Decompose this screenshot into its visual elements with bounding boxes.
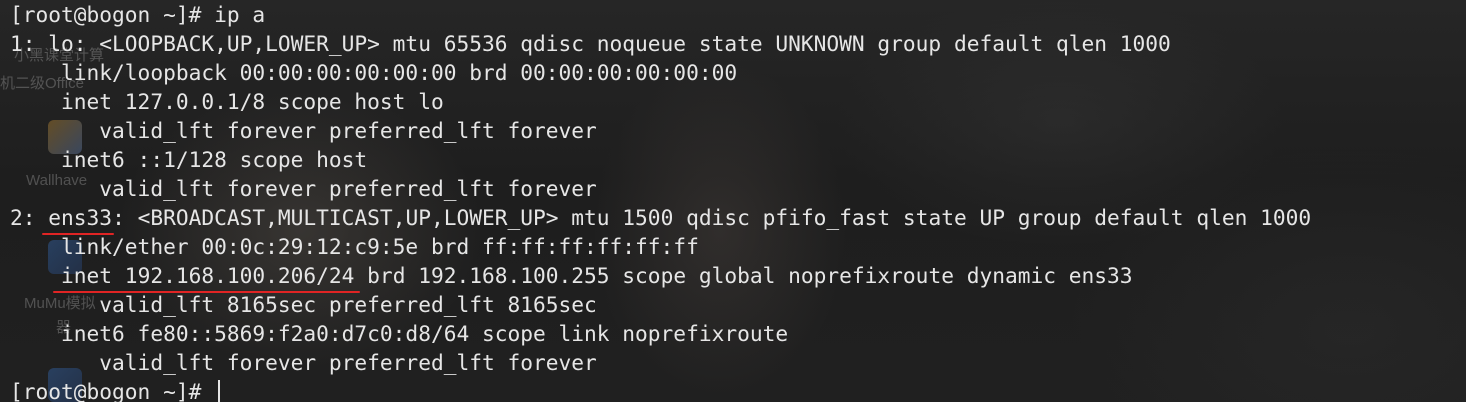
output-line: inet6 ::1/128 scope host	[10, 147, 368, 172]
output-line: link/loopback 00:00:00:00:00:00 brd 00:0…	[10, 60, 738, 85]
interface-name-highlight: ens33	[42, 205, 114, 235]
interface-index: 2:	[10, 205, 49, 230]
input-line[interactable]: [root@bogon ~]#	[10, 377, 1311, 402]
output-line: valid_lft forever preferred_lft forever	[10, 350, 597, 375]
output-line: 1: lo: <LOOPBACK,UP,LOWER_UP> mtu 65536 …	[10, 31, 1171, 56]
output-line: inet 127.0.0.1/8 scope host lo	[10, 89, 444, 114]
terminal-output: [root@bogon ~]# ip a 1: lo: <LOOPBACK,UP,…	[10, 0, 1311, 402]
command-line: [root@bogon ~]# ip a	[10, 0, 1311, 29]
terminal-window[interactable]: 小黑课堂计算 机二级Office Wallhave MuMu模拟 器 [root…	[0, 0, 1466, 402]
ipv4-address-line: inet 192.168.100.206/24 brd 192.168.100.…	[10, 261, 1311, 293]
text-cursor	[218, 380, 221, 402]
ipv4-address-highlight: inet 192.168.100.206/24	[53, 263, 361, 293]
shell-prompt: [root@bogon ~]#	[10, 2, 202, 27]
ipv4-details: brd 192.168.100.255 scope global noprefi…	[354, 263, 1133, 288]
interface-flags: : <BROADCAST,MULTICAST,UP,LOWER_UP> mtu …	[112, 205, 1312, 230]
output-line: valid_lft forever preferred_lft forever	[10, 176, 597, 201]
command-text: ip a	[214, 2, 266, 27]
shell-prompt: [root@bogon ~]#	[10, 379, 202, 402]
interface-header-ens33: 2: ens33: <BROADCAST,MULTICAST,UP,LOWER_…	[10, 203, 1312, 235]
output-line: link/ether 00:0c:29:12:c9:5e brd ff:ff:f…	[10, 234, 699, 259]
output-line: inet6 fe80::5869:f2a0:d7c0:d8/64 scope l…	[10, 321, 789, 346]
output-line: valid_lft 8165sec preferred_lft 8165sec	[10, 292, 597, 317]
output-line: valid_lft forever preferred_lft forever	[10, 118, 597, 143]
